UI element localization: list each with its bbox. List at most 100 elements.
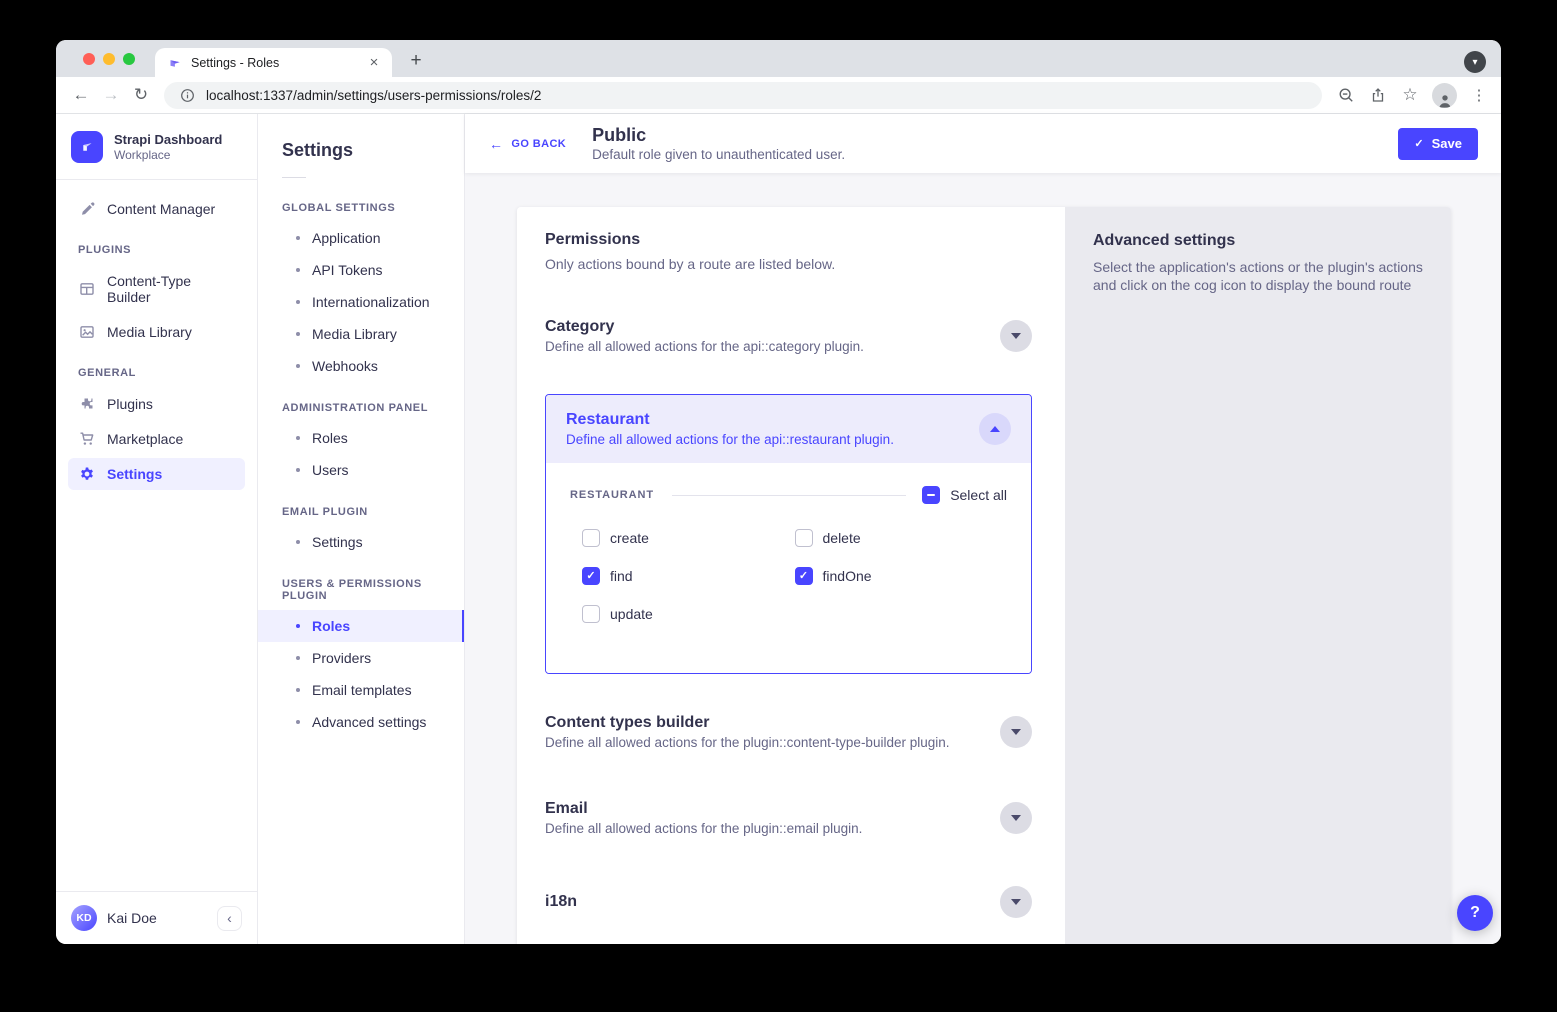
subnav-item-webhooks[interactable]: Webhooks xyxy=(258,350,464,382)
chevron-down-icon: ▾ xyxy=(1472,57,1477,68)
subnav-item-advanced-settings[interactable]: Advanced settings xyxy=(258,706,464,738)
chevron-down-icon xyxy=(1011,729,1021,735)
delete-checkbox[interactable]: ✓ xyxy=(795,529,813,547)
indeterminate-icon xyxy=(927,494,935,496)
role-header: ← GO BACK Public Default role given to u… xyxy=(465,114,1501,173)
accordion-ctb-header[interactable]: Content types builder Define all allowed… xyxy=(545,704,1032,760)
select-all-checkbox[interactable] xyxy=(922,486,940,504)
subnav-item-api-tokens[interactable]: API Tokens xyxy=(258,254,464,286)
sidebar-item-settings[interactable]: Settings xyxy=(68,458,245,490)
expand-accordion-button[interactable] xyxy=(1000,716,1032,748)
site-info-icon[interactable] xyxy=(177,85,197,105)
subnav-item-email-templates[interactable]: Email templates xyxy=(258,674,464,706)
subnav-item-label: Internationalization xyxy=(312,294,430,310)
create-checkbox[interactable]: ✓ xyxy=(582,529,600,547)
browser-tab[interactable]: Settings - Roles × xyxy=(155,48,392,77)
accordion-category-header[interactable]: Category Define all allowed actions for … xyxy=(545,308,1032,364)
subnav-section-global-settings: GLOBAL SETTINGS xyxy=(258,182,464,222)
subnav-item-label: Webhooks xyxy=(312,358,378,374)
expand-accordion-button[interactable] xyxy=(1000,802,1032,834)
subnav-item-providers[interactable]: Providers xyxy=(258,642,464,674)
divider xyxy=(282,177,306,178)
address-bar[interactable]: localhost:1337/admin/settings/users-perm… xyxy=(164,82,1322,109)
checkbox-label: update xyxy=(610,606,653,622)
reload-button[interactable]: ↻ xyxy=(128,82,154,108)
subnav-item-admin-roles[interactable]: Roles xyxy=(258,422,464,454)
accordion-email: Email Define all allowed actions for the… xyxy=(545,790,1032,846)
subnav-item-admin-users[interactable]: Users xyxy=(258,454,464,486)
save-button[interactable]: ✓ Save xyxy=(1398,128,1478,160)
browser-profile-avatar[interactable] xyxy=(1432,83,1457,108)
browser-menu-icon[interactable]: ⋮ xyxy=(1469,85,1489,105)
subnav-item-up-roles[interactable]: Roles xyxy=(258,610,464,642)
collapse-accordion-button[interactable] xyxy=(979,413,1011,445)
share-icon[interactable] xyxy=(1368,85,1388,105)
expand-accordion-button[interactable] xyxy=(1000,320,1032,352)
app-name: Strapi Dashboard xyxy=(114,132,222,148)
advanced-settings-title: Advanced settings xyxy=(1093,232,1423,250)
chevron-up-icon xyxy=(990,426,1000,432)
subnav-item-label: Roles xyxy=(312,430,348,446)
subnav-item-internationalization[interactable]: Internationalization xyxy=(258,286,464,318)
accordion-description: Define all allowed actions for the plugi… xyxy=(545,821,862,836)
zoom-out-icon[interactable] xyxy=(1336,85,1356,105)
tab-close-icon[interactable]: × xyxy=(366,54,382,71)
toolbar-actions: ☆ ⋮ xyxy=(1336,83,1489,108)
subnav-item-media-library[interactable]: Media Library xyxy=(258,318,464,350)
sidebar-item-content-manager[interactable]: Content Manager xyxy=(68,193,245,225)
search-tabs-button[interactable]: ▾ xyxy=(1464,51,1486,73)
sidebar-item-media-library[interactable]: Media Library xyxy=(68,316,245,348)
permission-update[interactable]: ✓ update xyxy=(582,605,795,623)
accordion-category: Category Define all allowed actions for … xyxy=(545,308,1032,364)
minimize-window-button[interactable] xyxy=(103,53,115,65)
layout-icon xyxy=(78,281,96,297)
permission-create[interactable]: ✓ create xyxy=(582,529,795,547)
check-icon: ✓ xyxy=(799,571,808,582)
cart-icon xyxy=(78,431,96,447)
go-back-link[interactable]: ← GO BACK xyxy=(489,136,566,152)
go-back-label: GO BACK xyxy=(511,138,566,150)
accordion-title: i18n xyxy=(545,893,577,911)
checkbox-label: create xyxy=(610,530,649,546)
url-text[interactable]: localhost:1337/admin/settings/users-perm… xyxy=(206,88,541,103)
permissions-subtitle: Only actions bound by a route are listed… xyxy=(545,256,1032,272)
sidebar-item-plugins[interactable]: Plugins xyxy=(68,388,245,420)
help-button[interactable]: ? xyxy=(1457,895,1493,931)
close-window-button[interactable] xyxy=(83,53,95,65)
chevron-down-icon xyxy=(1011,899,1021,905)
accordion-list: Category Define all allowed actions for … xyxy=(545,308,1032,928)
accordion-email-header[interactable]: Email Define all allowed actions for the… xyxy=(545,790,1032,846)
permission-find[interactable]: ✓ find xyxy=(582,567,795,585)
expand-accordion-button[interactable] xyxy=(1000,886,1032,918)
user-avatar[interactable]: KD xyxy=(71,905,97,931)
sidebar-item-marketplace[interactable]: Marketplace xyxy=(68,423,245,455)
accordion-i18n-header[interactable]: i18n xyxy=(545,876,1032,928)
collapse-sidebar-button[interactable]: ‹ xyxy=(217,906,242,931)
sidebar-item-label: Settings xyxy=(107,466,162,482)
subnav-item-application[interactable]: Application xyxy=(258,222,464,254)
sidebar-section-plugins: PLUGINS xyxy=(68,228,245,265)
tab-title: Settings - Roles xyxy=(191,56,357,70)
update-checkbox[interactable]: ✓ xyxy=(582,605,600,623)
permission-delete[interactable]: ✓ delete xyxy=(795,529,1008,547)
permission-findOne[interactable]: ✓ findOne xyxy=(795,567,1008,585)
divider xyxy=(672,495,906,496)
sidebar-user: KD Kai Doe ‹ xyxy=(56,891,257,944)
workspace-switcher[interactable]: Strapi Dashboard Workplace xyxy=(56,114,257,180)
bullet-icon xyxy=(296,236,300,240)
fullscreen-window-button[interactable] xyxy=(123,53,135,65)
subnav-item-email-settings[interactable]: Settings xyxy=(258,526,464,558)
findOne-checkbox[interactable]: ✓ xyxy=(795,567,813,585)
pen-icon xyxy=(78,201,96,217)
permission-checkbox-grid: ✓ create ✓ delete ✓ find xyxy=(570,529,1007,623)
subnav-item-label: Application xyxy=(312,230,381,246)
gear-icon xyxy=(78,466,96,482)
find-checkbox[interactable]: ✓ xyxy=(582,567,600,585)
checkbox-label: delete xyxy=(823,530,861,546)
new-tab-button[interactable]: + xyxy=(403,48,429,74)
accordion-content-types-builder: Content types builder Define all allowed… xyxy=(545,704,1032,760)
accordion-restaurant-header[interactable]: Restaurant Define all allowed actions fo… xyxy=(546,395,1031,463)
bookmark-star-icon[interactable]: ☆ xyxy=(1400,85,1420,105)
sidebar-item-content-type-builder[interactable]: Content-Type Builder xyxy=(68,265,245,313)
back-button[interactable]: ← xyxy=(68,82,94,108)
